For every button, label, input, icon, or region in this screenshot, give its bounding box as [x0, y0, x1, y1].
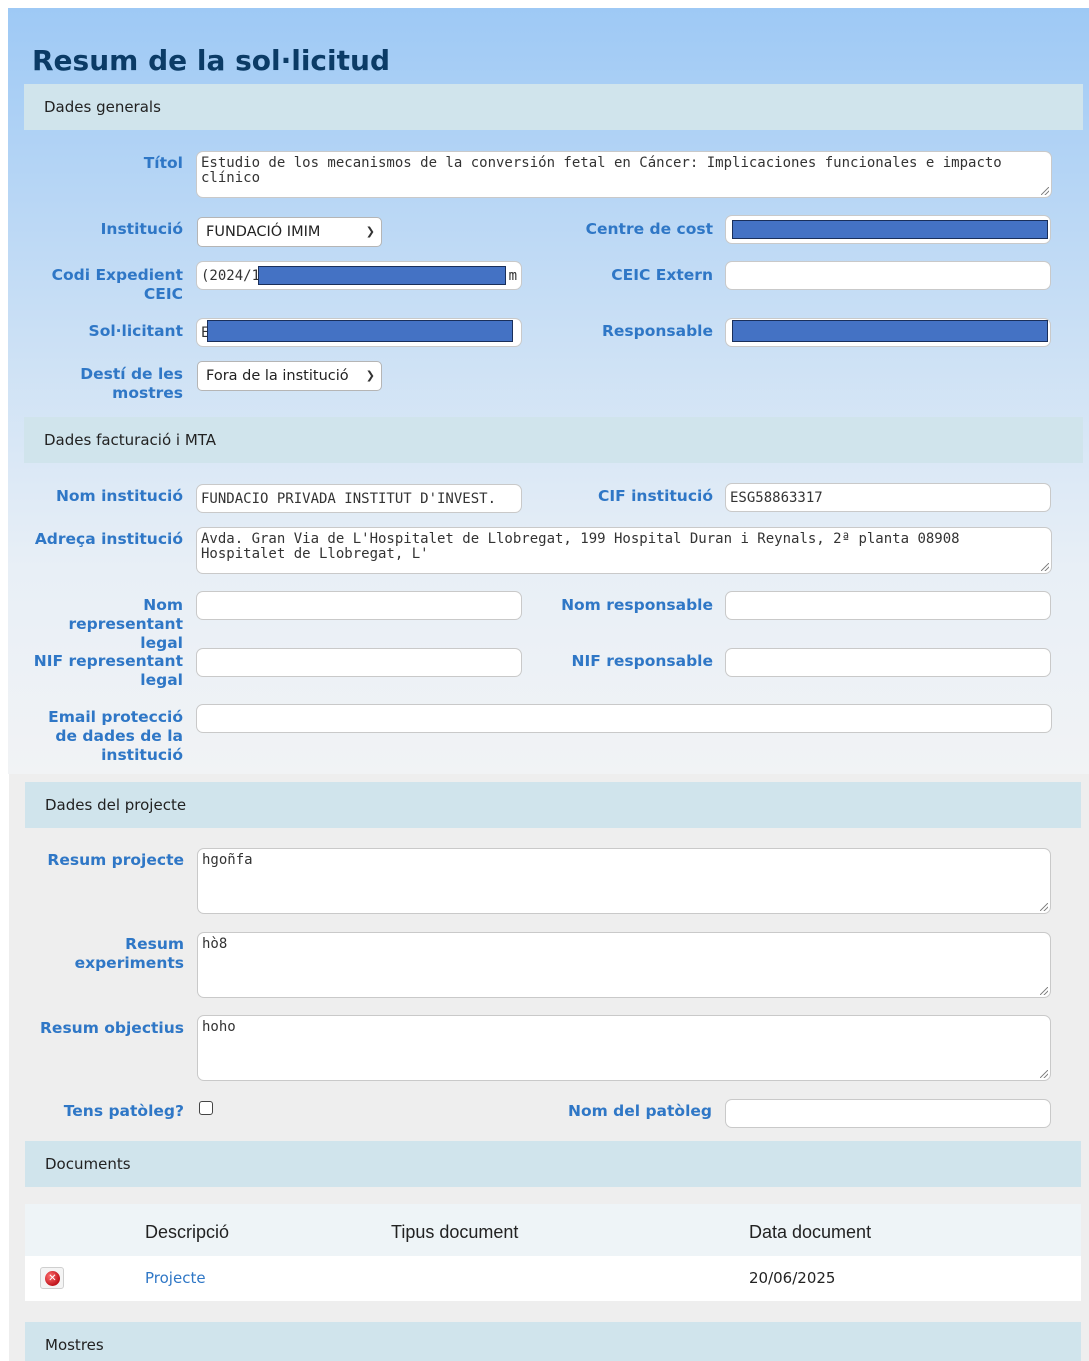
redaction-centre-cost	[732, 220, 1048, 239]
nom-responsable-label: Nom responsable	[561, 596, 713, 614]
column-data-document: Data document	[749, 1222, 872, 1242]
nom-institucio-field[interactable]: FUNDACIO PRIVADA INSTITUT D'INVEST.	[196, 484, 522, 513]
adreca-field[interactable]: Avda. Gran Via de L'Hospitalet de Llobre…	[196, 527, 1052, 574]
responsable-label: Responsable	[601, 322, 713, 340]
nom-institucio-label: Nom institució	[55, 487, 183, 505]
adreca-label: Adreça institució	[34, 530, 183, 548]
email-proteccio-label: Email protecció de dades de la instituci…	[48, 708, 183, 764]
redaction-responsable	[732, 320, 1048, 342]
redaction-sollicitant	[207, 320, 513, 342]
sollicitant-label: Sol·licitant	[88, 322, 183, 340]
nif-responsable-label: NIF responsable	[571, 652, 714, 670]
redaction-codi	[258, 266, 506, 285]
codi-label: Codi Expedient CEIC	[51, 266, 183, 303]
chevron-down-icon: ❯	[365, 369, 375, 382]
resum-objectius-field[interactable]: hoho	[197, 1015, 1051, 1081]
section-samples: Mostres	[25, 1322, 1081, 1361]
chevron-down-icon: ❯	[365, 225, 375, 238]
document-descripcio-link[interactable]: Projecte	[145, 1269, 206, 1287]
section-project: Dades del projecte	[25, 782, 1081, 828]
resum-experiments-field[interactable]: hò8	[197, 932, 1051, 998]
nif-responsable-field[interactable]	[725, 648, 1051, 677]
document-data: 20/06/2025	[749, 1269, 836, 1287]
nom-responsable-field[interactable]	[725, 591, 1051, 620]
ceic-extern-label: CEIC Extern	[611, 266, 713, 284]
centre-cost-label: Centre de cost	[585, 220, 713, 238]
nom-representant-field[interactable]	[196, 591, 522, 620]
desti-select[interactable]: Fora de la institució ❯	[197, 361, 382, 391]
nif-representant-field[interactable]	[196, 648, 522, 677]
page-title: Resum de la sol·licitud	[32, 44, 390, 77]
pateleg-label: Tens patòleg?	[63, 1102, 184, 1120]
institucio-select[interactable]: FUNDACIÓ IMIM ❯	[197, 217, 382, 247]
cif-field[interactable]: ESG58863317	[725, 483, 1051, 512]
ceic-extern-field[interactable]	[725, 261, 1051, 290]
delete-icon[interactable]: ✕	[40, 1267, 64, 1289]
nif-representant-label: NIF representant legal	[33, 652, 183, 689]
resum-projecte-label: Resum projecte	[47, 851, 184, 869]
resum-experiments-label: Resum experiments	[74, 935, 184, 972]
email-proteccio-field[interactable]	[196, 704, 1052, 733]
nom-representant-label: Nom representant legal	[68, 596, 184, 652]
resum-objectius-label: Resum objectius	[40, 1019, 184, 1037]
nom-pateleg-label: Nom del patòleg	[567, 1102, 712, 1120]
institucio-label: Institució	[100, 220, 183, 238]
codi-prefix: (2024/1	[201, 268, 261, 284]
section-general: Dades generals	[24, 84, 1083, 130]
cif-label: CIF institució	[597, 487, 713, 505]
section-documents: Documents	[25, 1141, 1081, 1187]
table-row: ✕ Projecte 20/06/2025	[25, 1256, 1081, 1301]
desti-label: Destí de les mostres	[80, 365, 183, 402]
institucio-select-value: FUNDACIÓ IMIM	[206, 224, 321, 240]
resum-projecte-field[interactable]: hgoñfa	[197, 848, 1051, 914]
nom-pateleg-field[interactable]	[725, 1099, 1051, 1128]
titol-field[interactable]: Estudio de los mecanismos de la conversi…	[196, 151, 1052, 198]
titol-label: Títol	[143, 154, 183, 172]
desti-select-value: Fora de la institució	[206, 368, 349, 384]
column-tipus-document: Tipus document	[391, 1222, 519, 1242]
section-billing: Dades facturació i MTA	[24, 417, 1083, 463]
documents-table-header: Descripció Tipus document Data document	[25, 1204, 1081, 1256]
column-descripcio: Descripció	[145, 1222, 230, 1242]
pateleg-checkbox[interactable]	[199, 1101, 213, 1115]
left-margin	[0, 774, 9, 1361]
codi-suffix: m	[508, 268, 517, 284]
